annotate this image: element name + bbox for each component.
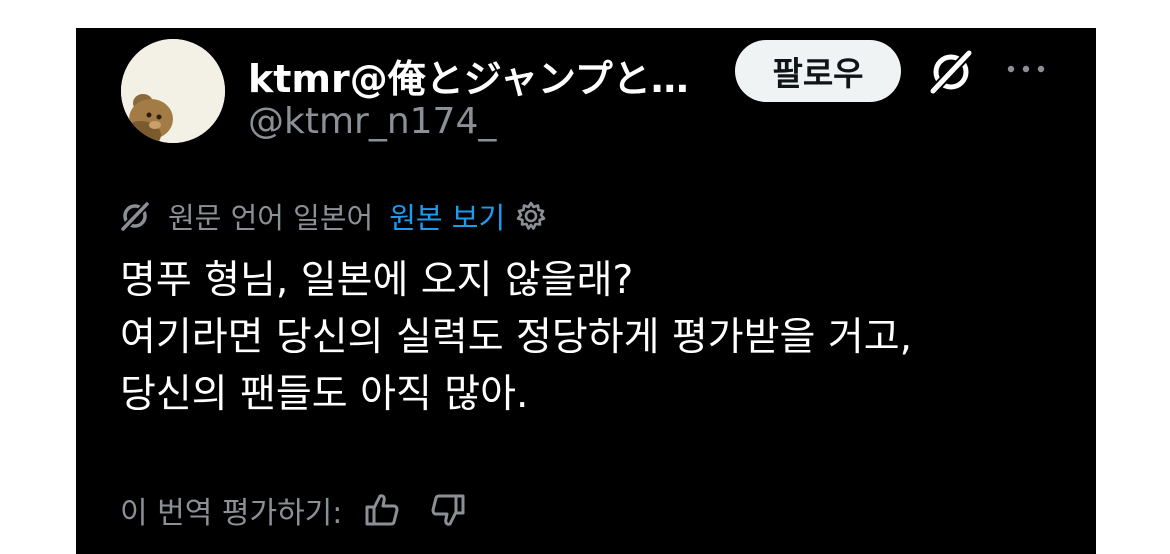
tweet-line: 명푸 형님, 일본에 오지 않을래? <box>120 258 634 303</box>
grok-slash-icon <box>119 200 151 233</box>
tweet-line: 당신의 팬들도 아직 많아. <box>120 372 529 417</box>
teddy-bear-avatar-image <box>121 39 225 143</box>
thumbs-up-icon[interactable] <box>362 490 402 530</box>
author-display-name[interactable]: ktmr@俺とジャンプと… <box>248 48 689 103</box>
rate-translation-row: 이 번역 평가하기: <box>120 490 468 531</box>
tweet-text: 명푸 형님, 일본에 오지 않을래? 여기라면 당신의 실력도 정당하게 평가받… <box>120 252 1080 423</box>
follow-button[interactable]: 팔로우 <box>735 40 901 102</box>
thumbs-down-icon[interactable] <box>428 490 468 530</box>
tweet-card: ktmr@俺とジャンプと… @ktmr_n174_ 팔로우 원문 언어 일본어 … <box>76 28 1096 554</box>
grok-icon[interactable] <box>925 46 977 98</box>
translation-info-row: 원문 언어 일본어 원본 보기 <box>118 196 547 236</box>
tweet-line: 여기라면 당신의 실력도 정당하게 평가받을 거고, <box>120 315 912 360</box>
author-handle[interactable]: @ktmr_n174_ <box>248 101 496 142</box>
source-language-text: 원문 언어 일본어 <box>168 201 374 235</box>
show-original-link[interactable]: 원본 보기 <box>389 195 505 237</box>
gear-icon[interactable] <box>515 200 547 232</box>
avatar[interactable] <box>121 39 225 143</box>
more-dots-icon[interactable] <box>1004 54 1048 84</box>
rate-translation-label: 이 번역 평가하기: <box>120 496 343 531</box>
